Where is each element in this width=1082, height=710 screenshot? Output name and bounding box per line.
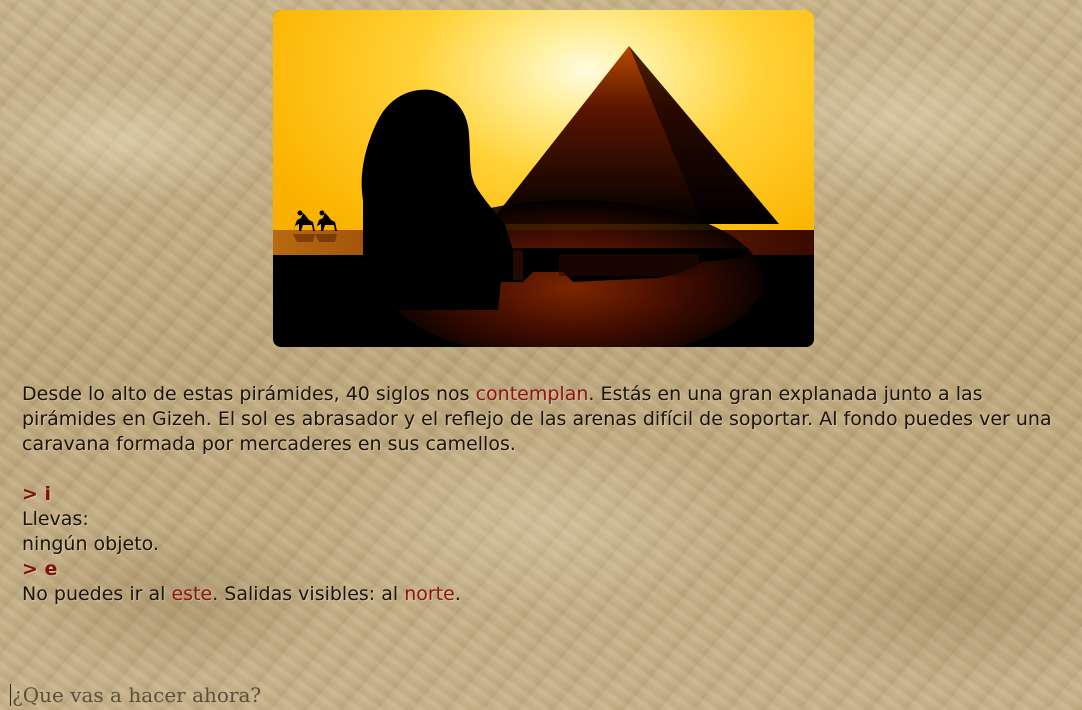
contemplan-link[interactable]: contemplan [476,383,589,405]
inventory-items: ningún objeto. [22,533,159,555]
norte-link[interactable]: norte [404,583,455,605]
este-link[interactable]: este [171,583,212,605]
command-echo: > e [22,558,58,580]
text-caret [10,684,11,706]
move-response: No puedes ir al este. Salidas visibles: … [22,583,461,605]
story-output: Desde lo alto de estas pirámides, 40 sig… [22,382,1062,607]
command-echo: > i [22,483,52,505]
scene-image [273,10,814,347]
command-prompt [10,682,1070,708]
inventory-heading: Llevas: [22,508,89,530]
room-description: Desde lo alto de estas pirámides, 40 sig… [22,383,1052,455]
giza-pyramids-sphinx-illustration [273,10,814,347]
command-input[interactable] [12,683,1070,707]
